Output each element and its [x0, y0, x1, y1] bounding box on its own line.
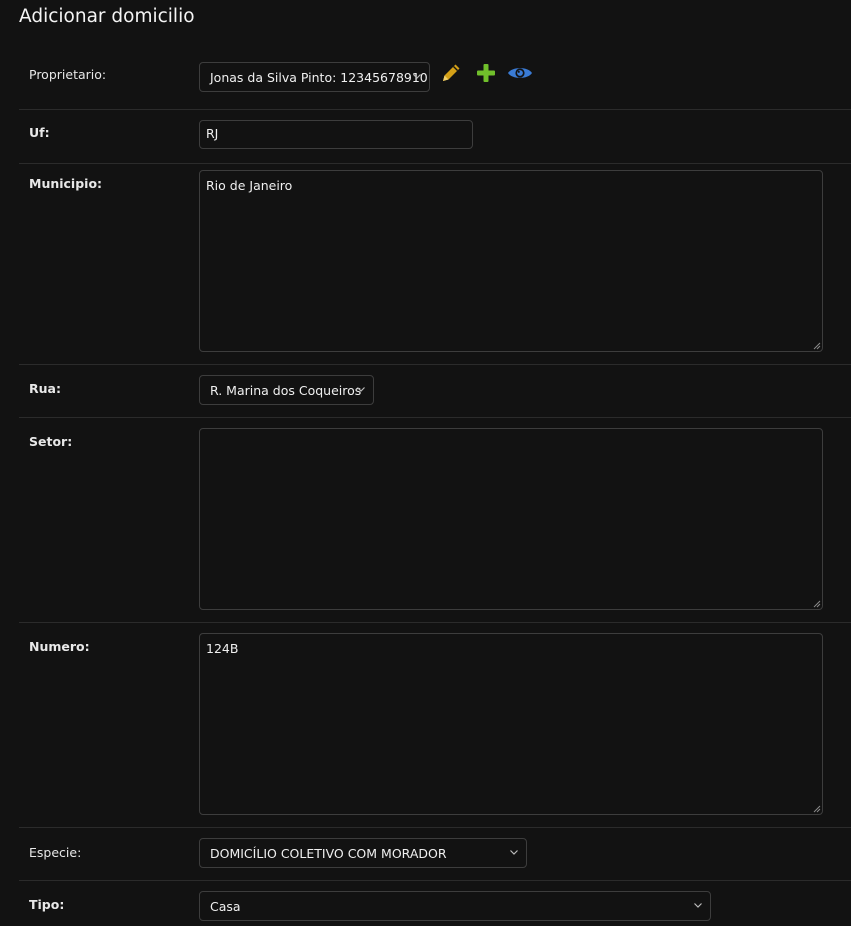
- add-domicilio-page: Adicionar domicilio Proprietario: Jonas …: [0, 0, 851, 926]
- row-especie: Especie: DOMICÍLIO COLETIVO COM MORADOR: [19, 828, 851, 881]
- rua-select[interactable]: R. Marina dos Coqueiros: [199, 375, 374, 405]
- row-numero: Numero: 124B: [19, 623, 851, 828]
- especie-select[interactable]: DOMICÍLIO COLETIVO COM MORADOR: [199, 838, 527, 868]
- municipio-value: Rio de Janeiro: [206, 178, 293, 193]
- chevron-down-icon: [694, 903, 702, 908]
- plus-icon: [477, 64, 495, 82]
- proprietario-label: Proprietario:: [29, 67, 107, 82]
- tipo-select[interactable]: Casa: [199, 891, 711, 921]
- row-uf: Uf: RJ: [19, 110, 851, 164]
- tipo-selected-value: Casa: [210, 898, 241, 914]
- eye-icon: [508, 68, 532, 78]
- rua-label: Rua:: [29, 381, 61, 396]
- edit-proprietario-button[interactable]: [439, 61, 463, 85]
- view-proprietario-button[interactable]: [507, 61, 533, 85]
- resize-handle-icon[interactable]: [813, 600, 821, 608]
- resize-handle-icon[interactable]: [813, 342, 821, 350]
- add-proprietario-button[interactable]: [474, 61, 498, 85]
- uf-input[interactable]: RJ: [199, 120, 473, 149]
- numero-value: 124B: [206, 641, 239, 656]
- row-tipo: Tipo: Casa: [19, 881, 851, 926]
- municipio-textarea[interactable]: Rio de Janeiro: [199, 170, 823, 352]
- uf-label: Uf:: [29, 125, 50, 140]
- especie-selected-value: DOMICÍLIO COLETIVO COM MORADOR: [210, 845, 447, 861]
- numero-textarea[interactable]: 124B: [199, 633, 823, 815]
- page-title: Adicionar domicilio: [19, 6, 195, 27]
- proprietario-select[interactable]: Jonas da Silva Pinto: 12345678910: [199, 62, 430, 92]
- row-setor: Setor:: [19, 418, 851, 623]
- tipo-label: Tipo:: [29, 897, 65, 912]
- pencil-icon: [443, 64, 460, 81]
- proprietario-selected-value: Jonas da Silva Pinto: 12345678910: [210, 69, 428, 85]
- chevron-down-icon: [357, 387, 365, 392]
- row-municipio: Municipio: Rio de Janeiro: [19, 164, 851, 365]
- row-proprietario: Proprietario: Jonas da Silva Pinto: 1234…: [19, 48, 851, 110]
- municipio-label: Municipio:: [29, 176, 103, 191]
- especie-label: Especie:: [29, 845, 82, 860]
- setor-textarea[interactable]: [199, 428, 823, 610]
- chevron-down-icon: [413, 74, 421, 79]
- resize-handle-icon[interactable]: [813, 805, 821, 813]
- uf-value: RJ: [206, 126, 219, 141]
- chevron-down-icon: [510, 850, 518, 855]
- rua-selected-value: R. Marina dos Coqueiros: [210, 382, 362, 398]
- row-rua: Rua: R. Marina dos Coqueiros: [19, 365, 851, 418]
- numero-label: Numero:: [29, 639, 90, 654]
- setor-label: Setor:: [29, 434, 73, 449]
